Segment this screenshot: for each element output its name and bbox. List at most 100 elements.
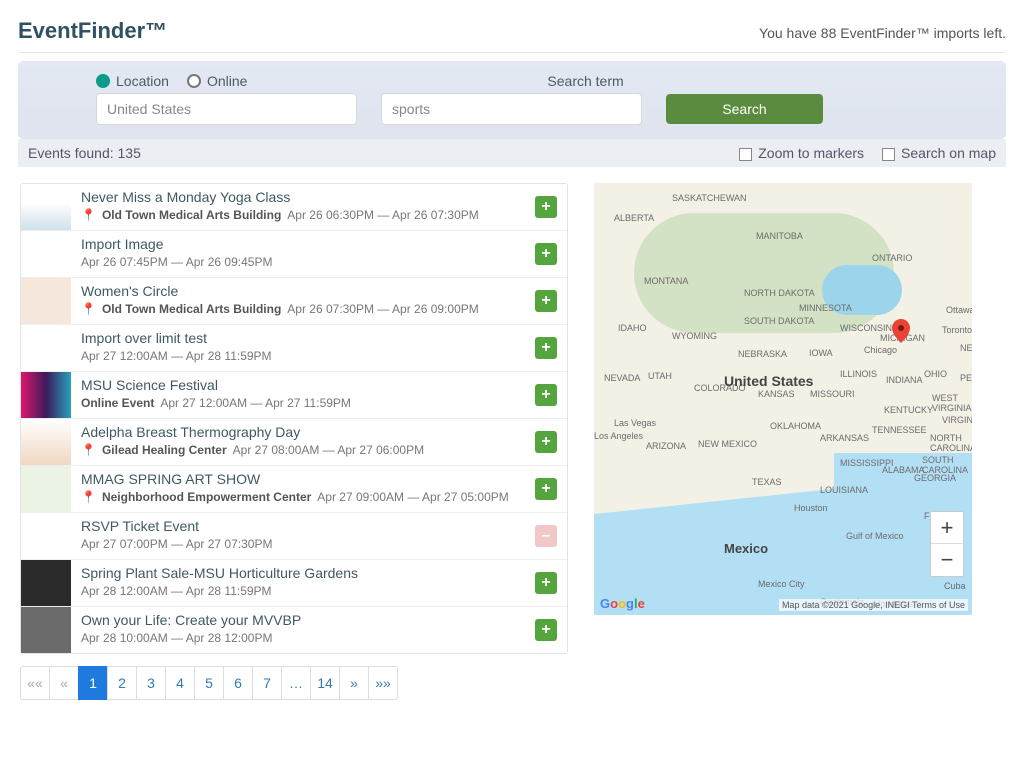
page-first[interactable]: «« [20,666,50,700]
zoom-in-button[interactable]: + [931,512,963,544]
page-last[interactable]: »» [368,666,398,700]
checkbox-icon [882,148,895,161]
event-thumbnail [21,372,71,418]
zoom-out-button[interactable]: − [931,544,963,576]
page-7[interactable]: 7 [252,666,282,700]
map[interactable]: SASKATCHEWANALBERTAONTARIOMANITOBAMONTAN… [594,183,972,615]
event-thumbnail [21,231,71,277]
map-region-label: SASKATCHEWAN [672,193,747,203]
search-term-input[interactable]: sports [381,93,642,125]
pin-icon: 📍 [81,490,96,504]
map-region-label: Ottawa [946,305,972,315]
radio-dot-icon [96,74,110,88]
add-event-button[interactable]: + [535,243,557,265]
event-row[interactable]: Never Miss a Monday Yoga Class📍Old Town … [21,184,567,231]
page-5[interactable]: 5 [194,666,224,700]
event-row[interactable]: Import over limit testApr 27 12:00AM — A… [21,325,567,372]
results-count: Events found: 135 [28,145,141,161]
add-event-button[interactable]: + [535,337,557,359]
event-meta: Apr 26 07:45PM — Apr 26 09:45PM [81,255,527,269]
mode-location-label: Location [116,73,169,89]
location-input[interactable]: United States [96,93,357,125]
event-venue: Old Town Medical Arts Building [102,302,281,316]
event-thumbnail [21,607,71,653]
add-event-button[interactable]: + [535,196,557,218]
page-prev[interactable]: « [49,666,79,700]
page-6[interactable]: 6 [223,666,253,700]
event-venue: Gilead Healing Center [102,443,227,457]
map-country-label: United States [724,373,813,389]
zoom-to-markers-checkbox[interactable]: Zoom to markers [739,145,864,161]
add-event-button[interactable]: + [535,572,557,594]
radio-dot-icon [187,74,201,88]
event-venue: Neighborhood Empowerment Center [102,490,311,504]
map-region-label: PEN [960,373,972,383]
map-region-label: ALBERTA [614,213,654,223]
event-title: RSVP Ticket Event [81,518,527,534]
map-region-label: Gulf of Mexico [846,531,904,541]
map-marker-icon[interactable] [892,319,910,343]
event-thumbnail [21,278,71,324]
event-thumbnail [21,325,71,371]
event-thumbnail [21,560,71,606]
results-bar: Events found: 135 Zoom to markers Search… [18,139,1006,167]
page-4[interactable]: 4 [165,666,195,700]
add-event-button[interactable]: + [535,384,557,406]
event-time: Apr 27 09:00AM — Apr 27 05:00PM [317,490,508,504]
map-region-label: MISSOURI [810,389,855,399]
map-region-label: MONTANA [644,276,688,286]
event-time: Apr 27 12:00AM — Apr 27 11:59PM [160,396,351,410]
mode-online-label: Online [207,73,247,89]
remove-event-button[interactable]: – [535,525,557,547]
map-region-label: ILLINOIS [840,369,877,379]
event-row[interactable]: Own your Life: Create your MVVBPApr 28 1… [21,607,567,653]
event-title: MSU Science Festival [81,377,527,393]
header-divider [18,52,1006,53]
search-on-map-checkbox[interactable]: Search on map [882,145,996,161]
add-event-button[interactable]: + [535,290,557,312]
map-region-label: NEW MEXICO [698,439,757,449]
page-2[interactable]: 2 [107,666,137,700]
map-region-label: OKLAHOMA [770,421,821,431]
page-3[interactable]: 3 [136,666,166,700]
event-meta: 📍Gilead Healing CenterApr 27 08:00AM — A… [81,443,527,457]
map-country-label: Mexico [724,541,768,556]
map-region-label: Mexico City [758,579,805,589]
mode-online-radio[interactable]: Online [187,73,247,89]
pagination: «««1234567…14»»» [20,666,568,700]
event-title: Own your Life: Create your MVVBP [81,612,527,628]
search-button[interactable]: Search [666,94,823,124]
map-region-label: Houston [794,503,828,513]
map-region-label: ARKANSAS [820,433,869,443]
page-next[interactable]: » [339,666,369,700]
event-row[interactable]: Spring Plant Sale-MSU Horticulture Garde… [21,560,567,607]
map-logo: Google [600,596,645,611]
search-bar: Location Online Search term United State… [18,61,1006,139]
map-region-label: NEW [960,343,972,353]
event-row[interactable]: Adelpha Breast Thermography Day📍Gilead H… [21,419,567,466]
page-…[interactable]: … [281,666,311,700]
mode-location-radio[interactable]: Location [96,73,169,89]
add-event-button[interactable]: + [535,431,557,453]
page-1[interactable]: 1 [78,666,108,700]
map-region-label: IOWA [809,348,833,358]
map-region-label: ARIZONA [646,441,686,451]
event-meta: 📍Old Town Medical Arts BuildingApr 26 07… [81,302,527,316]
event-venue: Online Event [81,396,154,410]
event-meta: Apr 27 12:00AM — Apr 28 11:59PM [81,349,527,363]
event-row[interactable]: MMAG SPRING ART SHOW📍Neighborhood Empowe… [21,466,567,513]
map-region-label: UTAH [648,371,672,381]
add-event-button[interactable]: + [535,619,557,641]
pin-icon: 📍 [81,302,96,316]
event-row[interactable]: Import Image Apr 26 07:45PM — Apr 26 09:4… [21,231,567,278]
map-region-label: TEXAS [752,477,782,487]
event-title: Import Image [81,236,527,252]
event-row[interactable]: Women's Circle📍Old Town Medical Arts Bui… [21,278,567,325]
map-region-label: NORTH CAROLINA [930,433,972,453]
event-meta: 📍 Neighborhood Empowerment Center Apr 27 0… [81,490,527,504]
page-14[interactable]: 14 [310,666,340,700]
event-row[interactable]: MSU Science Festival Online Event Apr 27 1… [21,372,567,419]
add-event-button[interactable]: + [535,478,557,500]
event-row[interactable]: RSVP Ticket EventApr 27 07:00PM — Apr 27… [21,513,567,560]
brand-title: EventFinder™ [18,18,167,44]
